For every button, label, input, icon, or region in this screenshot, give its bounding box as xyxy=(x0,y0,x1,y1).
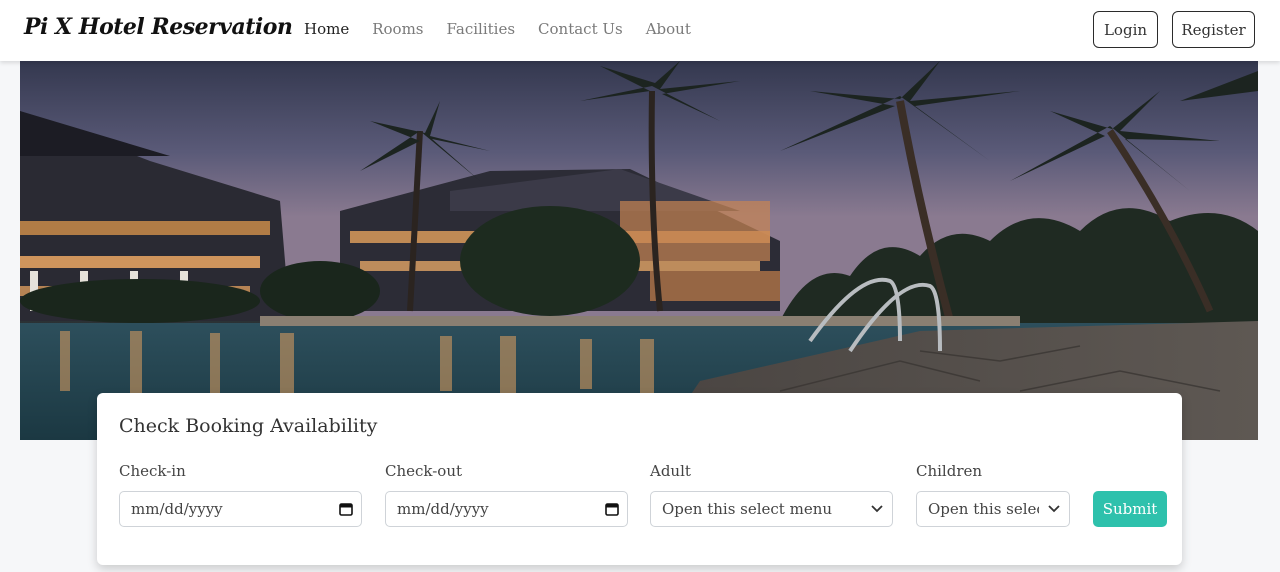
calendar-icon[interactable] xyxy=(597,502,627,516)
calendar-icon[interactable] xyxy=(331,502,361,516)
checkout-placeholder: mm/dd/yyyy xyxy=(397,500,489,518)
booking-title: Check Booking Availability xyxy=(119,415,378,437)
checkout-date-input[interactable]: mm/dd/yyyy xyxy=(385,491,628,527)
checkin-label: Check-in xyxy=(119,462,186,480)
nav-home[interactable]: Home xyxy=(304,20,349,38)
adult-select[interactable]: Open this select menu xyxy=(650,491,893,527)
login-button[interactable]: Login xyxy=(1093,11,1158,48)
nav-links: Home Rooms Facilities Contact Us About xyxy=(304,20,714,38)
brand-logo[interactable]: Pi X Hotel Reservation xyxy=(24,14,293,40)
checkin-date-input[interactable]: mm/dd/yyyy xyxy=(119,491,362,527)
children-select-value: Open this select menu xyxy=(928,500,1039,518)
booking-availability-card: Check Booking Availability Check-in mm/d… xyxy=(97,393,1182,565)
nav-contact-us[interactable]: Contact Us xyxy=(538,20,623,38)
submit-button[interactable]: Submit xyxy=(1093,491,1167,527)
adult-label: Adult xyxy=(650,462,691,480)
checkin-placeholder: mm/dd/yyyy xyxy=(131,500,223,518)
chevron-down-icon xyxy=(1039,505,1069,513)
nav-rooms[interactable]: Rooms xyxy=(372,20,423,38)
navbar: Pi X Hotel Reservation Home Rooms Facili… xyxy=(0,0,1280,61)
adult-select-value: Open this select menu xyxy=(662,500,833,518)
children-select[interactable]: Open this select menu xyxy=(916,491,1070,527)
register-button[interactable]: Register xyxy=(1172,11,1255,48)
nav-facilities[interactable]: Facilities xyxy=(447,20,516,38)
children-label: Children xyxy=(916,462,983,480)
nav-about[interactable]: About xyxy=(646,20,691,38)
chevron-down-icon xyxy=(862,505,892,513)
hero-image xyxy=(20,61,1258,440)
checkout-label: Check-out xyxy=(385,462,463,480)
